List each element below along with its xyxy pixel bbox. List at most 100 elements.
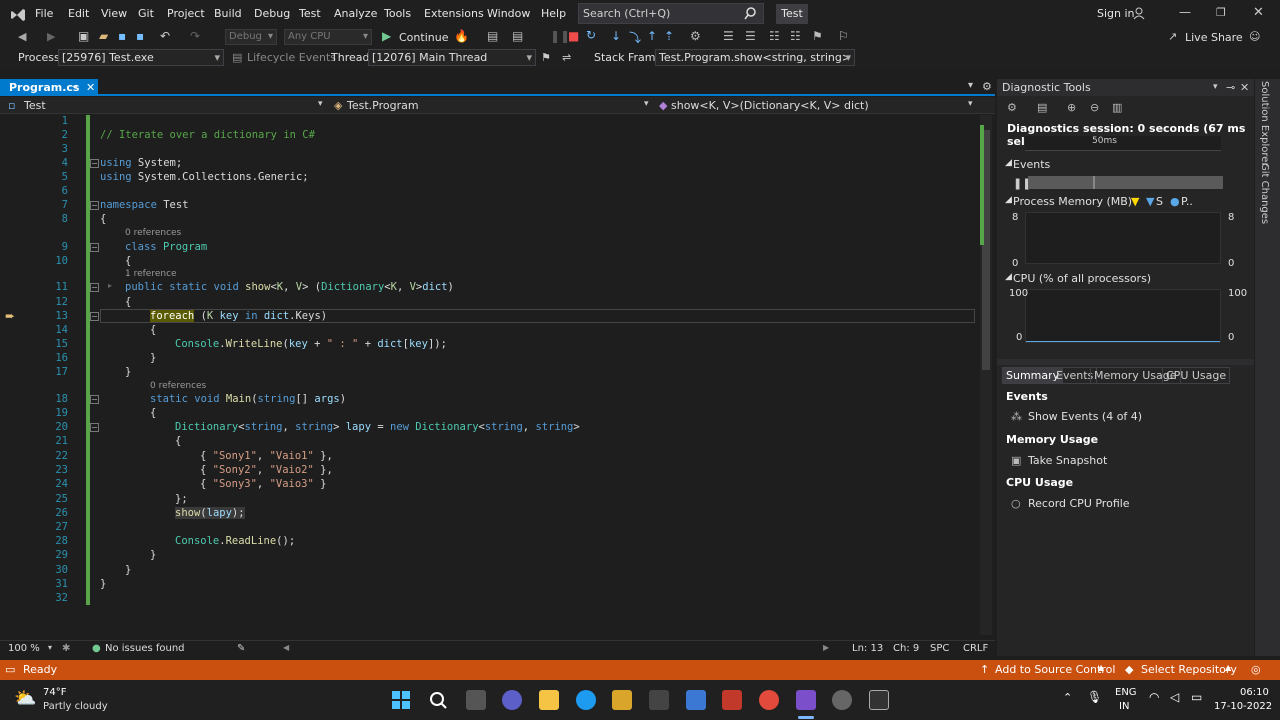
chevron-up-icon[interactable]: ▲ [1098,663,1104,672]
comment-icon[interactable]: ☷ [769,29,780,43]
menu-help[interactable]: Help [541,7,566,20]
collapse-icon[interactable]: − [90,395,99,404]
new-item-icon[interactable]: ▣ [78,29,89,43]
pin-icon[interactable]: ⊸ [1226,79,1235,96]
collapse-icon[interactable]: − [90,201,99,210]
lifecycle-events[interactable]: Lifecycle Events [247,51,336,64]
wifi-icon[interactable]: ◠ [1149,690,1159,704]
select-tools-icon[interactable]: ▤ [1037,101,1047,114]
language-indicator[interactable]: ENG [1115,687,1137,698]
weather-icon[interactable]: ⛅ [14,688,36,709]
reset-view-icon[interactable]: ▥ [1112,101,1122,114]
stop-icon[interactable]: ■ [568,29,579,43]
menu-tools[interactable]: Tools [384,7,411,20]
live-share-button[interactable]: Live Share [1185,31,1243,44]
task-view-icon[interactable] [466,690,486,710]
git-changes-tab[interactable]: Git Changes [1259,163,1270,224]
menu-file[interactable]: File [35,7,53,20]
chevron-down-icon[interactable]: ▾ [644,99,649,109]
debug-tools-icon[interactable]: ⚙ [690,29,701,43]
redo-icon[interactable]: ↷ [190,29,200,43]
collapse-icon[interactable]: − [90,159,99,168]
configuration-combo[interactable]: Debug [225,29,277,45]
clock-time[interactable]: 06:10 [1240,687,1269,698]
zoom-in-icon[interactable]: ⊕ [1067,101,1076,114]
nav-forward-icon[interactable]: ▶ [47,30,55,43]
undo-icon[interactable]: ↶ [160,29,170,43]
chevron-up-icon[interactable]: ▲ [1225,663,1231,672]
output-icon[interactable]: ▭ [5,663,15,676]
weather-temperature[interactable]: 74°F [43,687,66,698]
start-icon[interactable] [391,690,411,710]
region-indicator[interactable]: IN [1119,701,1129,712]
panel-splitter[interactable] [997,359,1254,365]
memory-chart[interactable] [1025,212,1221,264]
lifecycle-events-icon[interactable]: ▤ [232,51,242,64]
settings-gear-icon[interactable]: ⚙ [982,80,992,93]
code-cleanup-icon[interactable]: ✎ [237,643,245,654]
collapse-icon[interactable]: − [90,283,99,292]
save-icon[interactable]: ▪ [118,29,126,43]
step-back-icon[interactable]: ⇡ [664,29,674,43]
live-share-icon[interactable]: ↗ [1168,30,1177,43]
minimize-icon[interactable]: — [1179,5,1191,19]
file-explorer-icon[interactable] [539,690,559,710]
feedback-icon[interactable]: ☺ [1249,30,1260,43]
menu-view[interactable]: View [101,7,127,20]
menu-test[interactable]: Test [299,7,321,20]
step-out-icon[interactable]: ↑ [647,29,657,43]
debug-process-icon[interactable] [832,690,852,710]
menu-debug[interactable]: Debug [254,7,290,20]
teams-chat-icon[interactable] [502,690,522,710]
store-icon[interactable] [612,690,632,710]
restore-icon[interactable]: ❐ [1216,6,1226,19]
console-window-icon[interactable] [869,690,889,710]
notifications-icon[interactable]: ◎ [1251,663,1261,676]
restart-icon[interactable]: ↻ [586,28,596,42]
settings-gear-icon[interactable]: ⚙ [1007,101,1017,114]
chevron-down-icon[interactable]: ▾ [1213,79,1218,96]
thread-filter-icon[interactable]: ⇌ [562,51,571,64]
mcafee-icon[interactable] [722,690,742,710]
scroll-right-icon[interactable]: ▶ [823,643,829,652]
close-panel-icon[interactable]: ✕ [1240,79,1249,96]
weather-description[interactable]: Partly cloudy [43,701,108,712]
battery-icon[interactable]: ▭ [1191,690,1202,704]
thread-combo[interactable]: [12076] Main Thread [368,49,536,66]
menu-edit[interactable]: Edit [68,7,89,20]
align-left-icon[interactable]: ☰ [723,29,734,43]
expand-icon[interactable]: ◢ [1005,195,1012,205]
platform-combo[interactable]: Any CPU [284,29,372,45]
zoom-out-icon[interactable]: ⊖ [1090,101,1099,114]
sign-in-link[interactable]: Sign in [1097,7,1135,20]
visual-studio-icon[interactable] [796,690,816,710]
take-snapshot-button[interactable]: Take Snapshot [1028,454,1107,467]
nav-project-combo[interactable]: Test [24,99,46,112]
menu-build[interactable]: Build [214,7,242,20]
editor-scrollbar[interactable] [980,115,992,635]
chevron-up-icon[interactable]: ⌃ [1063,691,1072,704]
bookmark-icon[interactable]: ⚑ [812,29,823,43]
continue-button[interactable]: Continue [399,31,448,44]
scroll-left-icon[interactable]: ◀ [283,643,289,652]
select-repository[interactable]: Select Repository [1141,663,1237,676]
account-icon[interactable] [1133,7,1146,20]
close-tab-icon[interactable]: ✕ [86,79,95,96]
edge-icon[interactable] [576,690,596,710]
codelens-references[interactable]: 0 references [150,381,206,391]
cpu-chart[interactable] [1025,289,1221,343]
menu-project[interactable]: Project [167,7,205,20]
chrome-icon[interactable] [759,690,779,710]
chevron-down-icon[interactable]: ▾ [968,99,973,109]
zoom-level[interactable]: 100 % [8,643,40,654]
solution-explorer-tab[interactable]: Solution Explorer [1259,81,1270,167]
windows-icon[interactable]: ▤ [512,29,523,43]
chevron-down-icon[interactable]: ▾ [318,99,323,109]
tab-overflow-icon[interactable]: ▾ [968,80,973,91]
debug-targets-icon[interactable]: ▤ [487,29,498,43]
pin-icon[interactable]: ⊸ [70,79,78,96]
flag-thread-icon[interactable]: ⚑ [541,51,551,64]
visual-studio-code-icon[interactable] [686,690,706,710]
volume-icon[interactable]: ◁ [1170,690,1179,704]
search-box[interactable]: Search (Ctrl+Q) [578,3,764,24]
